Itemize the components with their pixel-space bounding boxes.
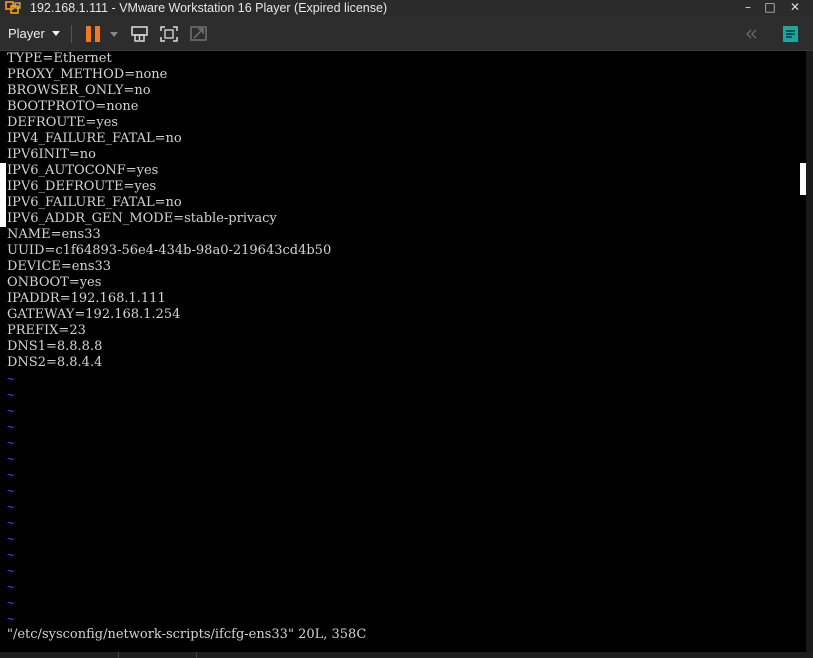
- config-line: IPV6INIT=no: [7, 147, 96, 162]
- terminal-scrollbar[interactable]: [806, 51, 813, 652]
- player-menu-button[interactable]: Player: [8, 24, 60, 44]
- config-line: BROWSER_ONLY=no: [7, 83, 151, 98]
- empty-line-tilde: ~: [7, 452, 15, 466]
- empty-line-tilde: ~: [7, 484, 15, 498]
- empty-line-tilde: ~: [7, 500, 15, 514]
- selection-marker: [0, 211, 6, 227]
- pause-icon[interactable]: [86, 26, 100, 42]
- empty-line-tilde: ~: [7, 548, 15, 562]
- unity-mode-icon[interactable]: [189, 25, 209, 43]
- window-title: 192.168.1.111 - VMware Workstation 16 Pl…: [30, 1, 388, 15]
- config-line: IPV4_FAILURE_FATAL=no: [7, 131, 182, 146]
- config-line: DEFROUTE=yes: [7, 115, 119, 130]
- close-button[interactable]: ✕: [784, 0, 806, 16]
- empty-line-tilde: ~: [7, 388, 15, 402]
- config-line: TYPE=Ethernet: [7, 51, 112, 66]
- config-line: DNS1=8.8.8.8: [7, 339, 103, 354]
- power-options-chevron-icon[interactable]: [110, 32, 118, 37]
- vmware-logo-icon: [5, 1, 21, 14]
- config-line: IPV6_DEFROUTE=yes: [7, 179, 157, 194]
- notes-icon[interactable]: [781, 25, 801, 43]
- empty-line-tilde: ~: [7, 372, 15, 386]
- empty-line-tilde: ~: [7, 532, 15, 546]
- config-line: DNS2=8.8.4.4: [7, 355, 103, 370]
- config-line: ONBOOT=yes: [7, 275, 102, 290]
- config-line: NAME=ens33: [7, 227, 101, 242]
- config-line: BOOTPROTO=none: [7, 99, 139, 114]
- config-line: IPADDR=192.168.1.111: [7, 291, 166, 306]
- empty-line-tilde: ~: [7, 404, 15, 418]
- maximize-button[interactable]: □: [759, 0, 781, 16]
- status-bar: [0, 652, 813, 658]
- player-menu-label: Player: [8, 26, 45, 41]
- config-line: IPV6_FAILURE_FATAL=no: [7, 195, 182, 210]
- vm-terminal-screen[interactable]: TYPE=Ethernet PROXY_METHOD=none BROWSER_…: [0, 51, 806, 652]
- config-line: PREFIX=23: [7, 323, 86, 338]
- config-line: DEVICE=ens33: [7, 259, 112, 274]
- chevron-down-icon: [51, 31, 60, 36]
- empty-line-tilde: ~: [7, 596, 15, 610]
- double-chevron-left-icon[interactable]: [742, 25, 760, 43]
- config-line: GATEWAY=192.168.1.254: [7, 307, 181, 322]
- empty-line-tilde: ~: [7, 580, 15, 594]
- send-ctrl-alt-del-icon[interactable]: [130, 25, 150, 43]
- toolbar-divider: [71, 25, 72, 43]
- empty-line-tilde: ~: [7, 436, 15, 450]
- empty-line-tilde: ~: [7, 468, 15, 482]
- empty-line-tilde: ~: [7, 516, 15, 530]
- vi-status-line: "/etc/sysconfig/network-scripts/ifcfg-en…: [7, 627, 367, 642]
- title-bar: 192.168.1.111 - VMware Workstation 16 Pl…: [0, 0, 813, 16]
- minimize-button[interactable]: –: [737, 0, 759, 16]
- config-line: UUID=c1f64893-56e4-434b-98a0-219643cd4b5…: [7, 243, 332, 258]
- config-line: IPV6_AUTOCONF=yes: [7, 163, 159, 178]
- empty-line-tilde: ~: [7, 612, 15, 626]
- empty-line-tilde: ~: [7, 564, 15, 578]
- fullscreen-icon[interactable]: [159, 25, 179, 43]
- selection-marker: [0, 163, 6, 211]
- empty-line-tilde: ~: [7, 420, 15, 434]
- config-line: PROXY_METHOD=none: [7, 67, 168, 82]
- toolbar: Player: [0, 16, 813, 51]
- config-line: IPV6_ADDR_GEN_MODE=stable-privacy: [7, 211, 277, 226]
